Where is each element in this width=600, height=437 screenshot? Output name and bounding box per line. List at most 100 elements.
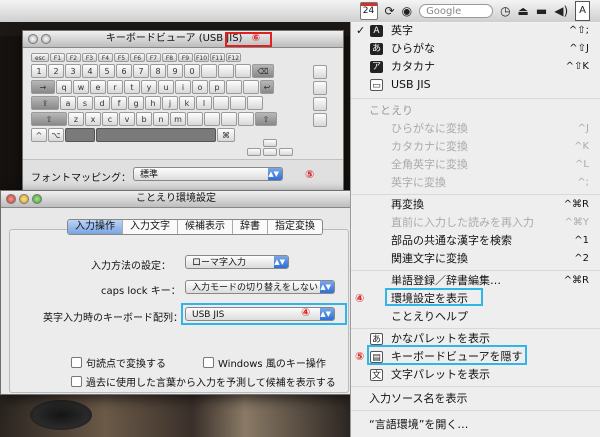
key-bracket[interactable] xyxy=(243,80,259,94)
checkbox-windows-keys[interactable] xyxy=(203,357,214,368)
key-p[interactable]: p xyxy=(209,80,225,94)
key-8[interactable]: 8 xyxy=(150,64,166,78)
close-button[interactable] xyxy=(6,194,16,204)
key-tab[interactable]: → xyxy=(31,80,55,94)
key-caret[interactable] xyxy=(218,64,234,78)
time-machine-icon[interactable]: ◷ xyxy=(500,2,510,20)
key-2[interactable]: 2 xyxy=(48,64,64,78)
key-6[interactable]: 6 xyxy=(116,64,132,78)
tab-input-operation[interactable]: 入力操作 xyxy=(68,220,123,234)
key-at[interactable] xyxy=(226,80,242,94)
key-f[interactable]: f xyxy=(111,96,127,110)
input-menu-icon[interactable]: A xyxy=(575,1,590,21)
menu-item-character-palette[interactable]: 文 文字パレットを表示 xyxy=(351,366,600,384)
key-option[interactable]: ⌥ xyxy=(48,128,64,142)
menu-item-related[interactable]: 関連文字に変換 ^2 xyxy=(351,250,600,268)
key-close-bracket[interactable] xyxy=(247,96,263,110)
menu-item-eiji[interactable]: ✓ A 英字 ^⇧; xyxy=(351,22,600,40)
key-n[interactable]: n xyxy=(153,112,169,126)
key-f2[interactable]: F2 xyxy=(66,53,81,62)
key-j[interactable]: j xyxy=(162,96,178,110)
key-x[interactable]: x xyxy=(85,112,101,126)
key-d[interactable]: d xyxy=(94,96,110,110)
key-f12[interactable]: F12 xyxy=(226,53,241,62)
key-colon[interactable] xyxy=(230,96,246,110)
sync-icon[interactable]: ⟳ xyxy=(385,2,395,20)
key-control[interactable]: ^ xyxy=(31,128,47,142)
eject-icon[interactable]: ⏏ xyxy=(518,2,529,20)
key-f1[interactable]: F1 xyxy=(50,53,65,62)
tab-dictionary[interactable]: 辞書 xyxy=(233,220,268,234)
menu-item-hiragana[interactable]: あ ひらがな ^⇧J xyxy=(351,40,600,58)
minimize-button[interactable] xyxy=(19,194,29,204)
key-s[interactable]: s xyxy=(77,96,93,110)
minimize-button[interactable] xyxy=(41,34,51,44)
key-o[interactable]: o xyxy=(192,80,208,94)
key-numpad-7[interactable] xyxy=(313,81,327,95)
key-9[interactable]: 9 xyxy=(167,64,183,78)
key-f5[interactable]: F5 xyxy=(114,53,129,62)
key-t[interactable]: t xyxy=(124,80,140,94)
key-h[interactable]: h xyxy=(145,96,161,110)
key-caps-lock[interactable]: ⇪ xyxy=(31,96,59,110)
key-q[interactable]: q xyxy=(56,80,72,94)
menu-item-search-kanji[interactable]: 部品の共通な漢字を検索 ^1 xyxy=(351,232,600,250)
key-underscore[interactable] xyxy=(238,112,254,126)
key-v[interactable]: v xyxy=(119,112,135,126)
tab-input-characters[interactable]: 入力文字 xyxy=(123,220,178,234)
key-arrow-up[interactable] xyxy=(263,139,277,147)
checkbox-punctuation[interactable] xyxy=(71,357,82,368)
key-esc[interactable]: esc xyxy=(31,53,49,62)
volume-icon[interactable]: ◀) xyxy=(554,2,568,20)
menu-item-katakana[interactable]: ア カタカナ ^⇧K xyxy=(351,58,600,76)
key-y[interactable]: y xyxy=(141,80,157,94)
key-comma[interactable] xyxy=(187,112,203,126)
key-f6[interactable]: F6 xyxy=(130,53,145,62)
key-space[interactable] xyxy=(96,128,216,142)
menu-item-usb-jis[interactable]: ▭ USB JIS xyxy=(351,76,600,94)
key-c[interactable]: c xyxy=(102,112,118,126)
key-period[interactable] xyxy=(204,112,220,126)
menu-item-help[interactable]: ことえりヘルプ xyxy=(351,308,600,326)
menu-item-show-source-name[interactable]: 入力ソース名を表示 xyxy=(351,390,600,408)
key-7[interactable]: 7 xyxy=(133,64,149,78)
key-numpad-4[interactable] xyxy=(313,97,327,111)
key-cmd-right[interactable]: ⌘ xyxy=(217,128,235,142)
key-m[interactable]: m xyxy=(170,112,186,126)
key-z[interactable]: z xyxy=(68,112,84,126)
key-r[interactable]: r xyxy=(107,80,123,94)
zoom-button[interactable] xyxy=(32,194,42,204)
key-f7[interactable]: F7 xyxy=(146,53,161,62)
key-4[interactable]: 4 xyxy=(82,64,98,78)
key-numpad-1[interactable] xyxy=(313,113,327,127)
search-field[interactable]: Google xyxy=(419,4,494,18)
display-icon[interactable]: ▬ xyxy=(536,2,547,20)
font-mapping-select[interactable]: 標準 ▲▼ xyxy=(133,167,283,181)
calendar-icon[interactable]: 24 xyxy=(359,2,378,20)
key-arrow-left[interactable] xyxy=(247,148,261,156)
key-f10[interactable]: F10 xyxy=(194,53,209,62)
key-1[interactable]: 1 xyxy=(31,64,47,78)
key-a[interactable]: a xyxy=(60,96,76,110)
key-arrow-down[interactable] xyxy=(263,148,277,156)
key-cmd-left[interactable] xyxy=(65,128,95,142)
key-slash[interactable] xyxy=(221,112,237,126)
key-3[interactable]: 3 xyxy=(65,64,81,78)
key-arrow-right[interactable] xyxy=(279,148,293,156)
globe-icon[interactable]: ◉ xyxy=(402,2,412,20)
menu-item-reconvert[interactable]: 再変換 ^⌘R xyxy=(351,196,600,214)
menu-item-open-language[interactable]: “言語環境”を開く… xyxy=(351,416,600,434)
capslock-select[interactable]: 入力モードの切り替えをしない ▲▼ xyxy=(185,280,335,294)
key-l[interactable]: l xyxy=(196,96,212,110)
key-f8[interactable]: F8 xyxy=(162,53,177,62)
tab-specified-conversion[interactable]: 指定変換 xyxy=(268,220,322,234)
key-f11[interactable]: F11 xyxy=(210,53,225,62)
key-delete[interactable]: ⌫ xyxy=(252,64,274,78)
key-return[interactable]: ↩ xyxy=(260,80,274,94)
key-w[interactable]: w xyxy=(73,80,89,94)
input-method-select[interactable]: ローマ字入力 ▲▼ xyxy=(185,255,289,269)
key-u[interactable]: u xyxy=(158,80,174,94)
key-i[interactable]: i xyxy=(175,80,191,94)
tab-candidate-display[interactable]: 候補表示 xyxy=(178,220,233,234)
key-5[interactable]: 5 xyxy=(99,64,115,78)
